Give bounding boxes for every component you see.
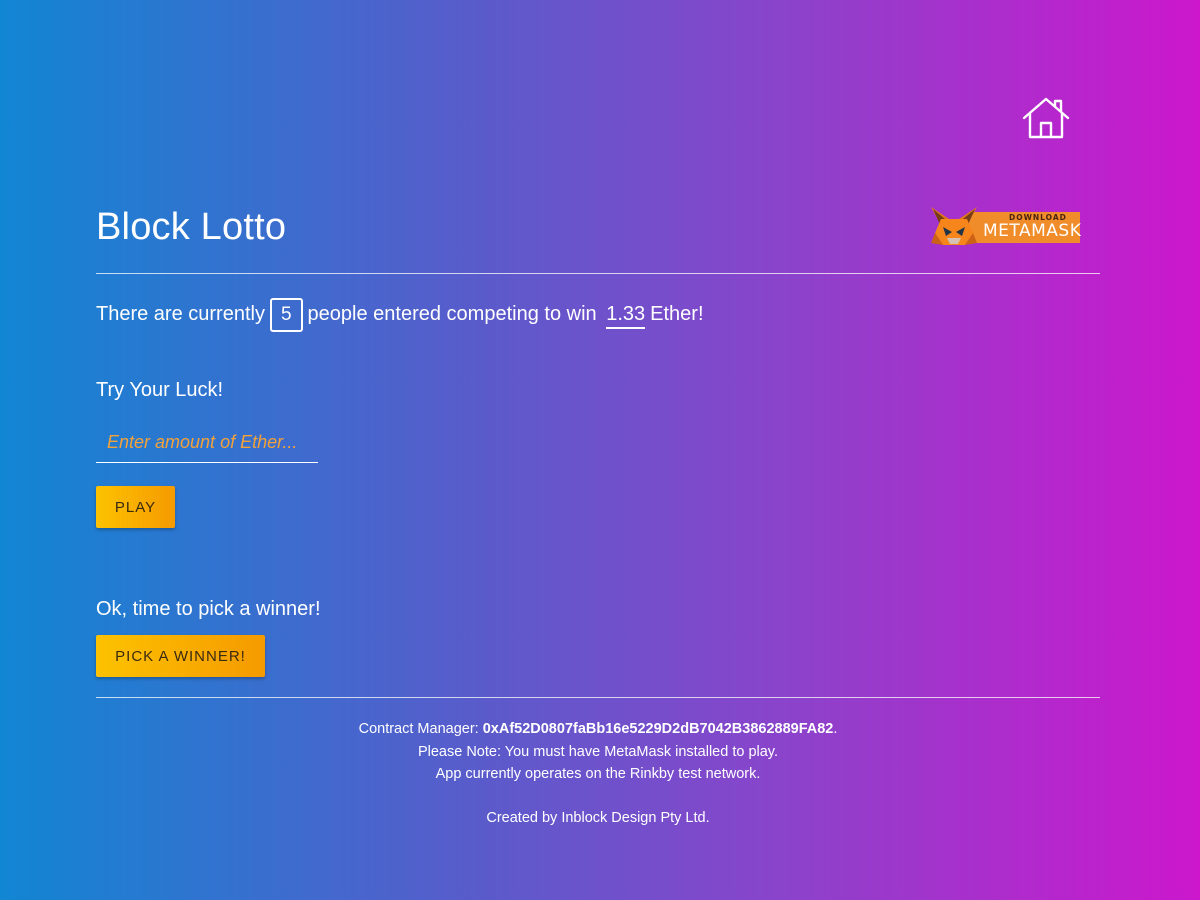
ether-amount-input[interactable] (96, 423, 318, 463)
metamask-note-suffix: installed to play. (671, 743, 779, 760)
credit-line: Created by Inblock Design Pty Ltd. (486, 809, 710, 826)
lottery-status: There are currently 5 people entered compe… (96, 296, 704, 332)
status-prefix: There are currently (96, 303, 265, 325)
play-button[interactable]: PLAY (96, 486, 175, 528)
metamask-fox-icon (931, 207, 977, 245)
header-divider (96, 273, 1100, 274)
prize-amount: 1.33 (606, 303, 646, 329)
network-note: App currently operates on the Rinkby tes… (435, 766, 761, 782)
player-count-badge: 5 (269, 297, 303, 332)
metamask-link[interactable]: MetaMask (604, 744, 671, 760)
page-title: Block Lotto (96, 206, 287, 248)
status-middle: people entered competing to win (307, 303, 597, 325)
contract-manager-line: Contract Manager: 0xAf52D0807faBb16e5229… (96, 718, 1100, 741)
contract-manager-prefix: Contract Manager: (358, 721, 483, 737)
footer-divider (96, 697, 1100, 698)
try-your-luck-label: Try Your Luck! (96, 379, 224, 401)
contract-manager-address-link[interactable]: 0xAf52D0807faBb16e5229D2dB7042B3862889FA… (483, 721, 834, 737)
download-metamask-badge[interactable]: DOWNLOAD METAMASK (927, 205, 1082, 247)
home-icon (1022, 97, 1070, 139)
pick-winner-label: Ok, time to pick a winner! (96, 598, 321, 620)
pick-winner-button[interactable]: PICK A WINNER! (96, 635, 265, 677)
metamask-note-line: Please Note: You must have MetaMask inst… (96, 741, 1100, 764)
contract-manager-suffix: . (833, 721, 838, 737)
metamask-badge-text: METAMASK (983, 221, 1082, 241)
footer: Contract Manager: 0xAf52D0807faBb16e5229… (96, 718, 1100, 829)
status-suffix: Ether! (650, 303, 704, 325)
home-button[interactable] (1021, 96, 1071, 140)
metamask-note-prefix: Please Note: You must have (417, 743, 605, 760)
